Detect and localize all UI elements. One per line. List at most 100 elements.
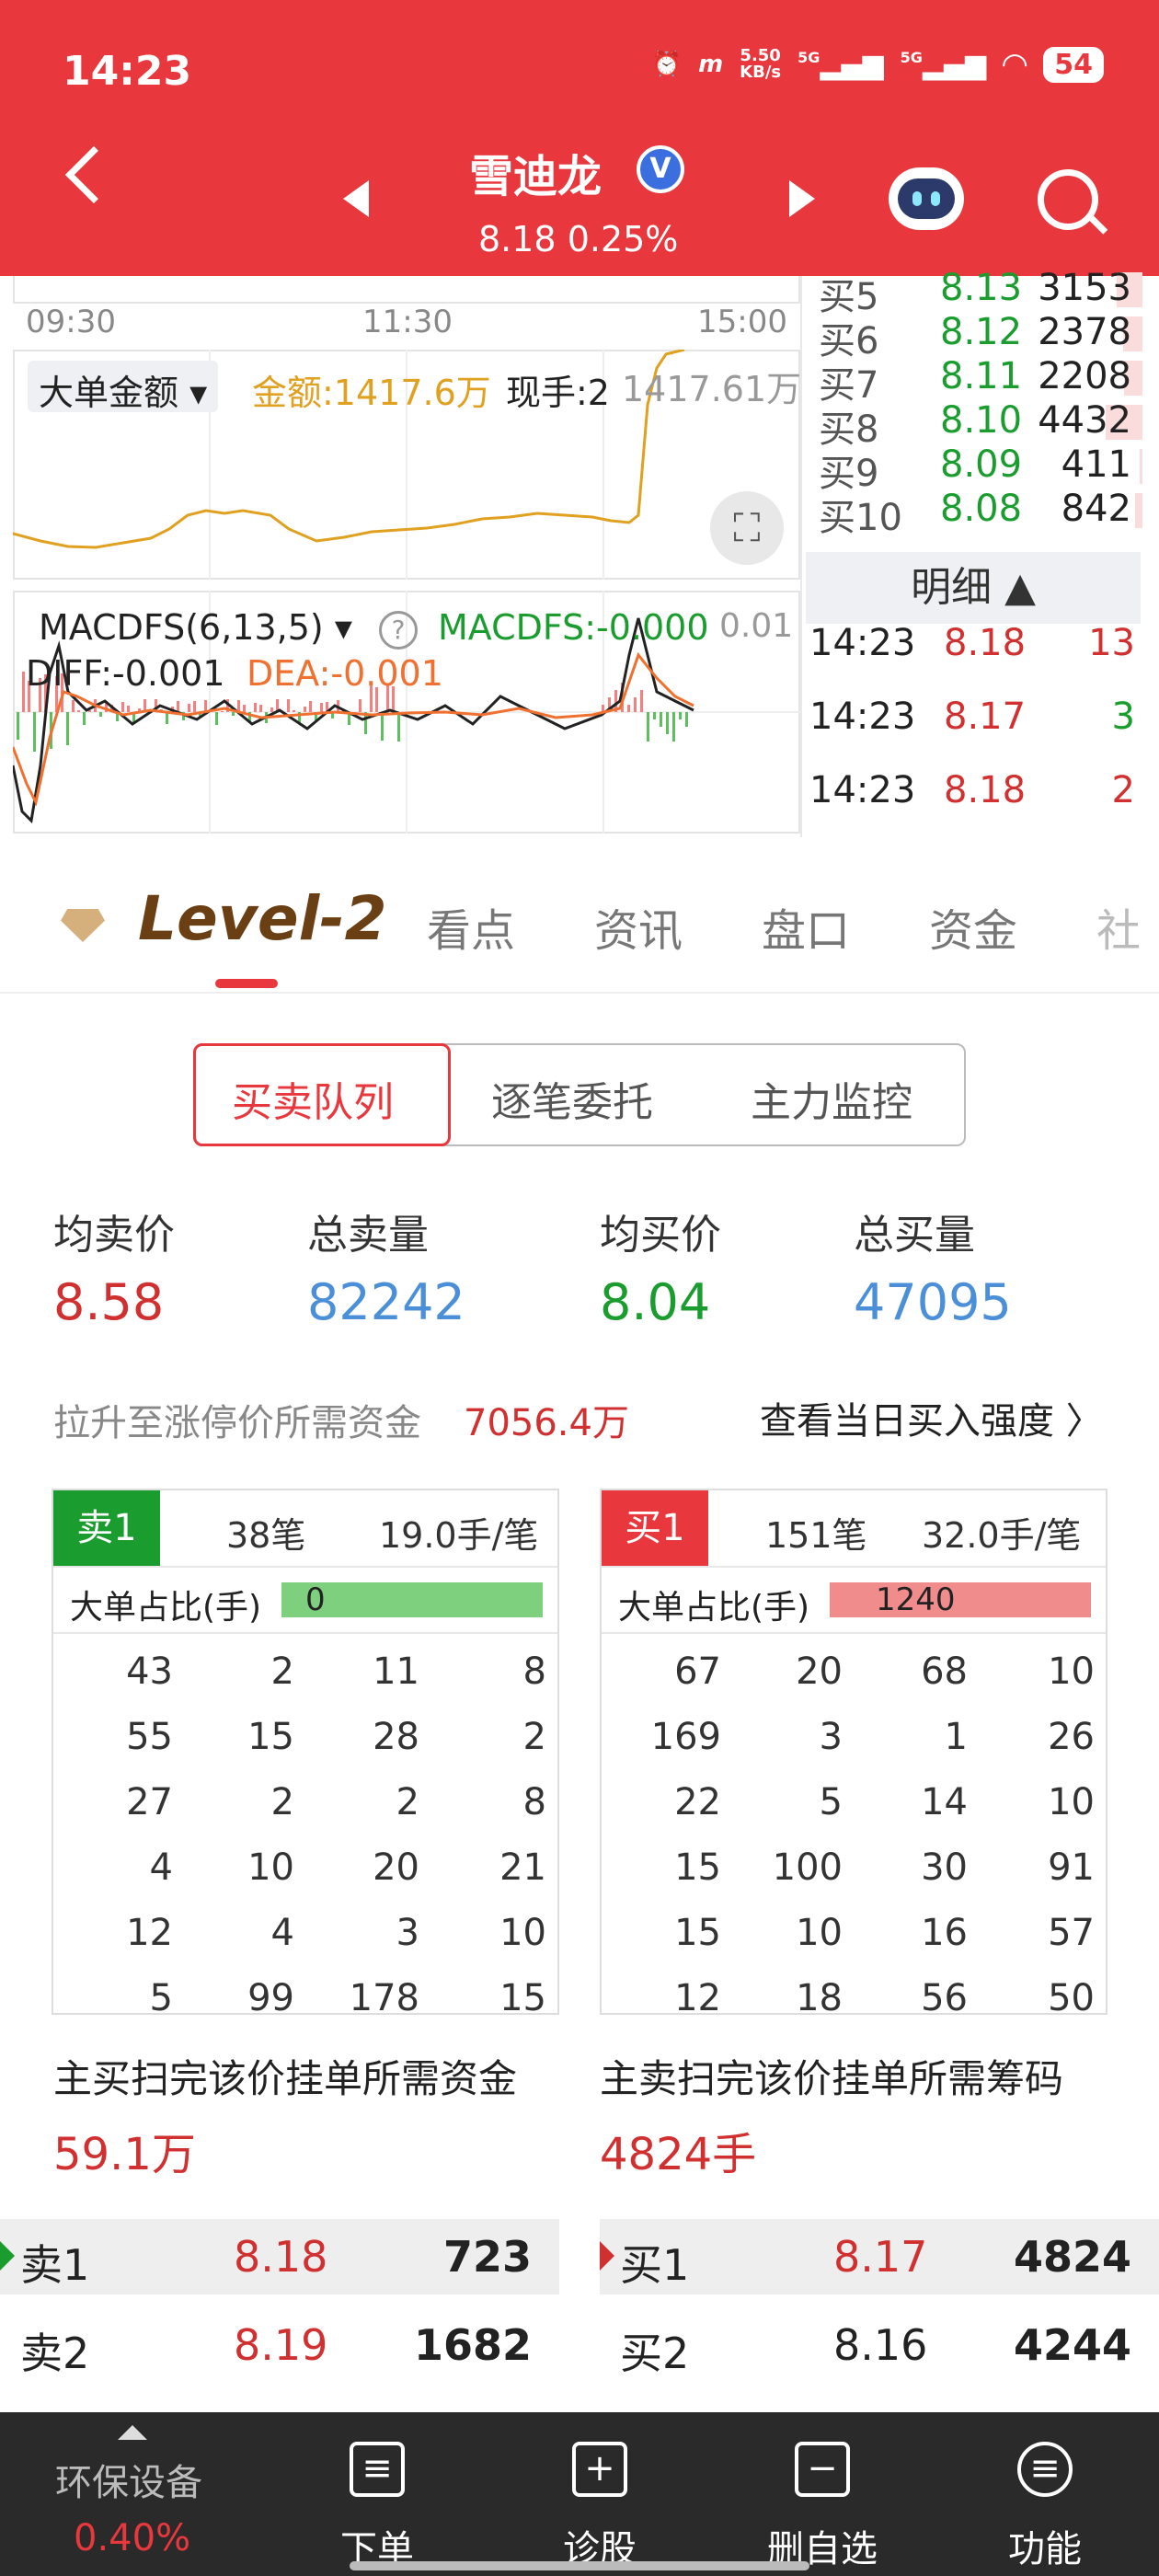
- queue-cell: 2: [396, 1781, 419, 1823]
- amount-right-label: 1417.61万: [622, 369, 802, 409]
- nav-diagnose[interactable]: + 诊股: [508, 2412, 692, 2576]
- segment-queue[interactable]: 买卖队列: [232, 1069, 394, 1128]
- macd-bar: [287, 699, 290, 712]
- signal2-icon: 5G▂▄▆: [900, 48, 987, 81]
- queue-cell: 4: [149, 1846, 173, 1889]
- macd-bar: [320, 703, 323, 712]
- sell-queue-panel: 卖1 38笔 19.0手/笔 大单占比(手) 0 43 2 11 8 55 15 28 2 27…: [52, 1489, 559, 2019]
- queue-cell: 2: [270, 1650, 294, 1693]
- nav-remove-favorite[interactable]: − 删自选: [730, 2412, 914, 2576]
- next-stock-icon[interactable]: [789, 180, 815, 217]
- queue-cell: 5: [819, 1781, 843, 1823]
- buy2-quote-row[interactable]: 买2 8.16 4244: [600, 2307, 1159, 2383]
- diamond-icon: [61, 909, 105, 942]
- order-book-row[interactable]: 买7 8.11 2208: [819, 355, 1150, 407]
- segment-monitor[interactable]: 主力监控: [751, 1069, 912, 1128]
- buy-strength-link[interactable]: 查看当日买入强度 〉: [760, 1391, 1103, 1444]
- macd-value: MACDFS:-0.000: [438, 607, 709, 648]
- indicator-dropdown[interactable]: 大单金额 ▾: [28, 361, 219, 413]
- avg-sell-label: 均卖价: [53, 1212, 175, 1259]
- queue-cell: 4: [270, 1912, 294, 1954]
- fullscreen-icon[interactable]: ⛶: [710, 491, 784, 565]
- macd-bar: [72, 700, 75, 712]
- quote-label: 买2: [620, 2329, 690, 2378]
- help-icon[interactable]: ?: [379, 611, 418, 650]
- tab-level2[interactable]: Level-2: [138, 883, 387, 954]
- segment-orders[interactable]: 逐笔委托: [491, 1069, 653, 1128]
- sell2-quote-row[interactable]: 卖2 8.19 1682: [0, 2307, 559, 2383]
- total-sell-value: 82242: [307, 1273, 465, 1331]
- order-price: 8.08: [940, 488, 1023, 530]
- macd-dropdown[interactable]: MACDFS(6,13,5) ▾: [28, 604, 363, 655]
- buy1-quote-row[interactable]: 买1 8.17 4824: [600, 2219, 1159, 2294]
- queue-cell: 8: [522, 1650, 546, 1693]
- order-price: 8.13: [940, 267, 1023, 309]
- prev-stock-icon[interactable]: [343, 180, 369, 217]
- macd-bar: [221, 711, 224, 712]
- sell-order-count: 38笔: [226, 1515, 306, 1556]
- queue-cell: 12: [126, 1912, 173, 1954]
- queue-cell: 10: [499, 1912, 546, 1954]
- chart-divider: [800, 276, 802, 837]
- order-book-row[interactable]: 买10 8.08 842: [819, 488, 1150, 539]
- sell1-quote-row[interactable]: 卖1 8.18 723: [0, 2219, 559, 2294]
- macd-bar: [672, 712, 675, 742]
- sweep-sell-value: 4824手: [600, 2129, 757, 2180]
- order-volume-bar: [1135, 493, 1142, 528]
- limit-funds-label: 拉升至涨停价所需资金: [53, 1402, 421, 1444]
- macd-bar: [640, 690, 643, 712]
- macd-bar: [359, 699, 361, 712]
- macd-bar: [33, 712, 36, 752]
- queue-cell: 91: [1048, 1846, 1095, 1889]
- detail-header[interactable]: 明细 ▲: [806, 552, 1141, 624]
- tick-time: 14:23: [809, 622, 916, 664]
- tab-funds[interactable]: 资金: [929, 894, 1017, 959]
- tab-highlights[interactable]: 看点: [427, 894, 515, 959]
- queue-cell: 10: [247, 1846, 294, 1889]
- nav-order[interactable]: ≡ 下单: [285, 2412, 469, 2576]
- macd-bar: [99, 712, 102, 717]
- app-logo-icon: m: [698, 51, 724, 78]
- tab-news[interactable]: 资讯: [594, 894, 683, 959]
- macd-bar: [270, 707, 273, 712]
- limit-funds-value: 7056.4万: [464, 1402, 629, 1444]
- sector-indicator[interactable]: 环保设备 0.40%: [0, 2412, 267, 2576]
- queue-cell: 16: [921, 1912, 968, 1954]
- selected-marker-icon: [0, 2241, 15, 2271]
- net-speed-text: 5.50 KB/s: [740, 46, 782, 82]
- macd-bar: [259, 705, 262, 712]
- macd-bar: [653, 712, 656, 719]
- quote-volume: 4824: [1013, 2232, 1131, 2282]
- total-sell-label: 总卖量: [307, 1212, 429, 1259]
- queue-cell: 15: [674, 1846, 721, 1889]
- back-icon[interactable]: [64, 145, 123, 204]
- robot-assistant-icon[interactable]: [889, 167, 964, 230]
- macd-bar: [254, 703, 257, 712]
- queue-cell: 5: [149, 1977, 173, 2019]
- tick-price: 8.18: [944, 622, 1027, 664]
- nav-functions[interactable]: ≡ 功能: [953, 2412, 1137, 2576]
- battery-icon: 54: [1043, 46, 1104, 83]
- macd-bar: [121, 702, 124, 712]
- quote-volume: 4244: [1013, 2320, 1131, 2370]
- queue-cell: 21: [499, 1846, 546, 1889]
- queue-cell: 15: [674, 1912, 721, 1954]
- queue-cell: 10: [1048, 1650, 1095, 1693]
- robot-eye: [931, 191, 940, 206]
- order-volume: 2378: [1038, 311, 1131, 353]
- order-book-row[interactable]: 买9 8.09 411: [819, 443, 1150, 495]
- order-volume: 411: [1061, 443, 1131, 486]
- macd-bar: [66, 712, 69, 745]
- queue-cell: 50: [1048, 1977, 1095, 2019]
- quote-price: 8.17: [833, 2232, 928, 2282]
- macd-bar: [17, 712, 19, 740]
- macd-bar: [679, 712, 682, 719]
- dea-value: DEA:-0.001: [247, 653, 443, 694]
- search-icon[interactable]: [1038, 169, 1098, 230]
- order-book-row[interactable]: 买8 8.10 4432: [819, 399, 1150, 451]
- tab-handicap[interactable]: 盘口: [762, 894, 850, 959]
- tick-price: 8.17: [944, 696, 1027, 738]
- order-book-row[interactable]: 买6 8.12 2378: [819, 311, 1150, 362]
- order-book-row[interactable]: 买5 8.13 3153: [819, 267, 1150, 318]
- tab-community[interactable]: 社: [1096, 894, 1141, 959]
